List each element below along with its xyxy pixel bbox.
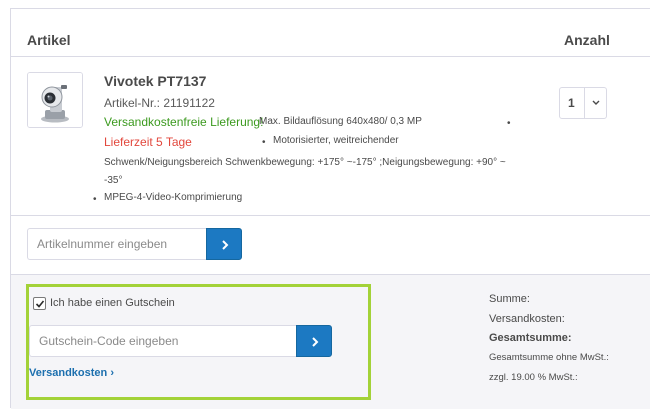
shipping-costs-link[interactable]: Versandkosten › — [29, 367, 114, 379]
product-title[interactable]: Vivotek PT7137 — [104, 73, 206, 89]
product-desc-motor: Motorisierter, weitreichender — [273, 135, 399, 146]
chevron-right-icon — [312, 337, 319, 347]
voucher-checkbox-label[interactable]: Ich habe einen Gutschein — [50, 297, 175, 309]
quantity-value: 1 — [568, 96, 575, 110]
header-divider — [11, 56, 650, 57]
row-divider — [11, 215, 650, 216]
column-header-quantity: Anzahl — [564, 32, 610, 48]
bullet-glyph: • — [262, 137, 266, 148]
chevron-down-icon — [592, 100, 600, 105]
voucher-code-input[interactable] — [29, 325, 297, 357]
quantity-select[interactable]: 1 — [559, 87, 607, 119]
product-desc-resolution: Max. Bildauflösung 640x480/ 0,3 MP — [259, 116, 422, 127]
delivery-time: Lieferzeit 5 Tage — [104, 135, 192, 149]
chevron-right-icon — [222, 240, 229, 250]
checkmark-icon — [35, 300, 45, 308]
shipping-costs-label: Versandkosten: — [489, 313, 565, 325]
sum-label: Summe: — [489, 293, 530, 305]
product-desc-compression: MPEG-4-Video-Komprimierung — [104, 192, 243, 203]
voucher-section: Ich habe einen Gutschein Versandkosten › — [26, 284, 371, 400]
bullet-glyph: • — [507, 118, 511, 129]
quantity-divider — [584, 88, 585, 118]
net-total-label: Gesamtsumme ohne MwSt.: — [489, 352, 609, 363]
column-header-article: Artikel — [27, 32, 71, 48]
bullet-glyph: • — [93, 194, 97, 205]
shipping-free-note: Versandkostenfreie Lieferung! — [104, 115, 264, 129]
article-number-input[interactable] — [27, 228, 207, 260]
product-sku: Artikel-Nr.: 21191122 — [104, 96, 215, 110]
grand-total-label: Gesamtsumme: — [489, 332, 572, 344]
product-desc-pan-tilt: Schwenk/Neigungsbereich Schwenkbewegung:… — [104, 157, 506, 186]
add-article-button[interactable] — [206, 228, 242, 260]
product-image[interactable] — [27, 72, 83, 128]
voucher-checkbox[interactable] — [33, 297, 46, 310]
apply-voucher-button[interactable] — [296, 325, 332, 357]
camera-icon — [28, 73, 82, 127]
cart-panel: Artikel Anzahl Vivotek PT7137 Artikel-Nr… — [10, 8, 650, 409]
vat-label: zzgl. 19.00 % MwSt.: — [489, 372, 578, 383]
